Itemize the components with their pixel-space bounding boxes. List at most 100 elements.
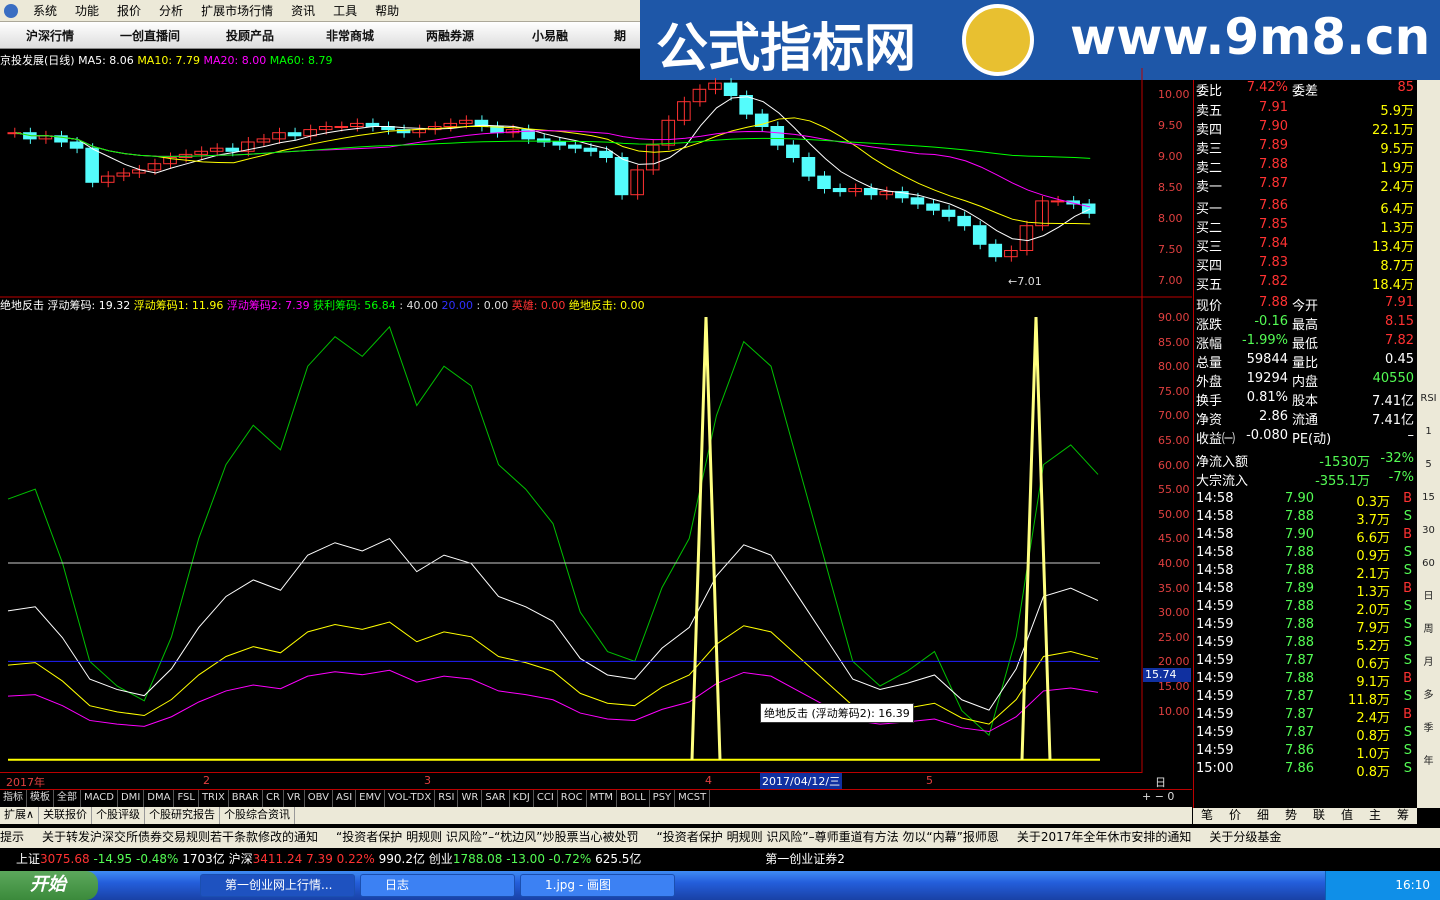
quote-cell: -1.99% — [1242, 333, 1288, 348]
period-button[interactable]: 多 — [1420, 687, 1437, 704]
right-tab[interactable]: 主 — [1361, 807, 1389, 824]
indicator-tab[interactable]: EMV — [356, 790, 385, 807]
quote-cell: 0.6万 — [1356, 657, 1390, 672]
quote-cell: 最高 — [1292, 318, 1319, 333]
right-tab[interactable]: 笔 — [1193, 807, 1221, 824]
quote-cell: 流通 — [1292, 413, 1319, 428]
indicator-tab[interactable]: DMI — [118, 790, 145, 807]
quote-cell: 7.89 — [1285, 581, 1314, 596]
kline-candle — [817, 175, 831, 189]
ticker-item[interactable]: 提示 — [0, 830, 24, 844]
task-paint[interactable]: 1.jpg - 画图 — [520, 874, 675, 897]
quote-row: 14:59 7.87 2.4万 B — [1194, 707, 1418, 726]
menu-function[interactable]: 功能 — [66, 2, 108, 19]
menu-quote[interactable]: 报价 — [108, 2, 150, 19]
period-button[interactable]: 年 — [1420, 753, 1437, 770]
indicator-tab[interactable]: RSI — [435, 790, 459, 807]
right-tab[interactable]: 势 — [1277, 807, 1305, 824]
menu-analysis[interactable]: 分析 — [150, 2, 192, 19]
period-button[interactable]: 月 — [1420, 654, 1437, 671]
period-button[interactable]: 周 — [1420, 621, 1437, 638]
indicator-tab[interactable]: DMA — [144, 790, 175, 807]
indicator-tab[interactable]: WR — [458, 790, 483, 807]
indicator-tab[interactable]: VOL-TDX — [385, 790, 436, 807]
chart-area[interactable] — [0, 68, 1192, 773]
indicator-tab[interactable]: 模板 — [27, 790, 54, 807]
indicator-tab[interactable]: ASI — [333, 790, 357, 807]
period-button[interactable]: 季 — [1420, 720, 1437, 737]
indicator-tab[interactable]: 指标 — [0, 790, 27, 807]
kline-candle — [334, 126, 349, 128]
quote-cell: 7.91 — [1385, 295, 1414, 310]
start-button[interactable]: 开始 — [0, 871, 98, 900]
period-button[interactable]: 5 — [1420, 456, 1437, 473]
indicator-tab[interactable]: VR — [284, 790, 305, 807]
task-log[interactable]: 日志 — [360, 874, 515, 897]
news-ticker[interactable]: 提示 关于转发沪深交所债券交易规则若干条款修改的通知 “投资者保护 明规则 识风险”… — [0, 828, 1440, 848]
indicator-tab[interactable]: FSL — [174, 790, 199, 807]
period-button[interactable]: 15 — [1420, 489, 1437, 506]
bottom-tab[interactable]: 个股综合资讯 — [220, 807, 296, 824]
bottom-tab[interactable]: 关联报价 — [39, 807, 93, 824]
ticker-item[interactable]: “投资者保护 明规则 识风险”–“枕边风”炒股票当心被处罚 — [336, 830, 639, 844]
bottom-tab[interactable]: 个股评级 — [92, 807, 146, 824]
menu-bar: 系统 功能 报价 分析 扩展市场行情 资讯 工具 帮助 — [0, 0, 640, 22]
ma20-label: MA20: 8.00 — [203, 54, 267, 67]
nav-hushen[interactable]: 沪深行情 — [0, 27, 100, 44]
bottom-tab[interactable]: 扩展∧ — [0, 807, 40, 824]
clock: 16:10 — [1395, 878, 1430, 892]
quote-cell: 7.88 — [1285, 671, 1314, 686]
task-app[interactable]: 第一创业网上行情... — [200, 874, 355, 897]
ticker-item[interactable]: 关于2017年全年休市安排的通知 — [1017, 830, 1192, 844]
indicator-tab[interactable]: BRAR — [229, 790, 263, 807]
nav-live[interactable]: 一创直播间 — [100, 27, 200, 44]
right-tab[interactable]: 筹 — [1389, 807, 1417, 824]
nav-mall[interactable]: 非常商城 — [300, 27, 400, 44]
menu-info[interactable]: 资讯 — [282, 2, 324, 19]
period-button[interactable]: 30 — [1420, 522, 1437, 539]
quote-row: 卖三 7.89 9.5万 — [1194, 138, 1418, 157]
ma60-label: MA60: 8.79 — [269, 54, 333, 67]
indicator-tab[interactable]: TRIX — [199, 790, 229, 807]
period-button[interactable]: 1 — [1420, 423, 1437, 440]
quote-cell: B — [1403, 671, 1412, 686]
ind-f4: 获利筹码: 56.84 — [313, 299, 396, 312]
indicator-tab[interactable]: MTM — [587, 790, 617, 807]
right-tab[interactable]: 细 — [1249, 807, 1277, 824]
period-button[interactable]: RSI — [1420, 390, 1437, 407]
menu-system[interactable]: 系统 — [24, 2, 66, 19]
nav-more[interactable]: 期 — [600, 27, 640, 44]
menu-help[interactable]: 帮助 — [366, 2, 408, 19]
indicator-tab[interactable]: CCI — [534, 790, 558, 807]
ticker-item[interactable]: “投资者保护 明规则 识风险”–尊师重道有方法 勿以“内幕”报师恩 — [657, 830, 999, 844]
right-tab[interactable]: 联 — [1305, 807, 1333, 824]
bottom-tab[interactable]: 个股研究报告 — [145, 807, 221, 824]
indicator-tab[interactable]: SAR — [482, 790, 510, 807]
indicator-tab[interactable]: MCST — [675, 790, 711, 807]
menu-ext-market[interactable]: 扩展市场行情 — [192, 2, 282, 19]
nav-margin[interactable]: 两融券源 — [400, 27, 500, 44]
right-tab[interactable]: 值 — [1333, 807, 1361, 824]
quote-panel: 委比 7.42% 委差 85 卖五 7.91 5.9万 卖四 7.90 22.1万 卖三 7.89 9.… — [1193, 80, 1417, 808]
ticker-item[interactable]: 关于转发沪深交所债券交易规则若干条款修改的通知 — [42, 830, 318, 844]
right-tab[interactable]: 价 — [1221, 807, 1249, 824]
quote-cell: 买三 — [1196, 240, 1223, 255]
nav-advisor[interactable]: 投顾产品 — [200, 27, 300, 44]
period-button[interactable]: 日 — [1420, 588, 1437, 605]
period-button[interactable]: 60 — [1420, 555, 1437, 572]
indicator-tab[interactable]: PSY — [650, 790, 676, 807]
zoom-controls[interactable]: + − 0 — [1142, 790, 1192, 806]
ticker-item[interactable]: 关于分级基金 — [1209, 830, 1281, 844]
kline-candle — [614, 157, 629, 196]
indicator-tab[interactable]: ROC — [558, 790, 587, 807]
indicator-tab[interactable]: CR — [263, 790, 284, 807]
indicator-tab[interactable]: OBV — [305, 790, 333, 807]
menu-tools[interactable]: 工具 — [324, 2, 366, 19]
indicator-tab[interactable]: 全部 — [54, 790, 81, 807]
indicator-tab[interactable]: KDJ — [510, 790, 534, 807]
nav-xiaoyirong[interactable]: 小易融 — [500, 27, 600, 44]
indicator-tab[interactable]: BOLL — [617, 790, 650, 807]
indicator-tab[interactable]: MACD — [81, 790, 118, 807]
quote-cell: 7.90 — [1285, 527, 1314, 542]
cy-amount: 625.5亿 — [595, 852, 642, 866]
